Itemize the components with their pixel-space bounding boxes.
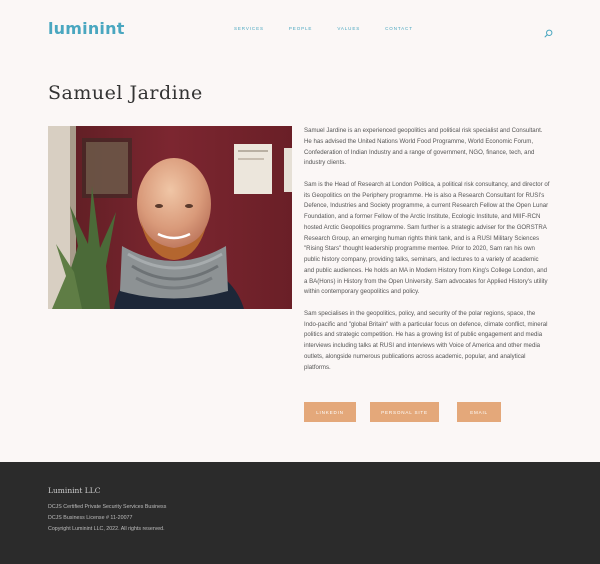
- nav-link-services[interactable]: SERVICES: [234, 26, 264, 31]
- main-nav: SERVICES PEOPLE VALUES CONTACT: [234, 26, 438, 31]
- page-title: Samuel Jardine: [48, 82, 203, 104]
- nav-link-people[interactable]: PEOPLE: [289, 26, 312, 31]
- site-header: luminint SERVICES PEOPLE VALUES CONTACT: [0, 0, 600, 62]
- footer-copyright: Copyright Luminint LLC, 2022. All rights…: [48, 526, 165, 532]
- site-footer: Luminint LLC DCJS Certified Private Secu…: [0, 462, 600, 564]
- bio-paragraph: Samuel Jardine is an experienced geopoli…: [304, 127, 543, 167]
- bio-section: Samuel Jardine is an experienced geopoli…: [304, 126, 550, 384]
- bio-paragraph: Sam specialises in the geopolitics, poli…: [304, 309, 548, 371]
- search-icon: [544, 29, 553, 38]
- personal-site-button[interactable]: PERSONAL SITE: [370, 402, 439, 422]
- footer-brand: Luminint LLC: [48, 486, 101, 495]
- site-logo[interactable]: luminint: [48, 19, 125, 38]
- linkedin-button[interactable]: LINKEDIN: [304, 402, 356, 422]
- nav-link-contact[interactable]: CONTACT: [385, 26, 413, 31]
- email-button[interactable]: EMAIL: [457, 402, 501, 422]
- bio-paragraph: Sam is the Head of Research at London Po…: [304, 180, 550, 296]
- profile-links: LINKEDIN PERSONAL SITE EMAIL: [304, 402, 515, 422]
- search-button[interactable]: [544, 25, 553, 38]
- footer-certification: DCJS Certified Private Security Services…: [48, 504, 167, 510]
- profile-photo: [48, 126, 292, 309]
- nav-link-values[interactable]: VALUES: [337, 26, 360, 31]
- footer-license: DCJS Business License # 11-20077: [48, 515, 133, 521]
